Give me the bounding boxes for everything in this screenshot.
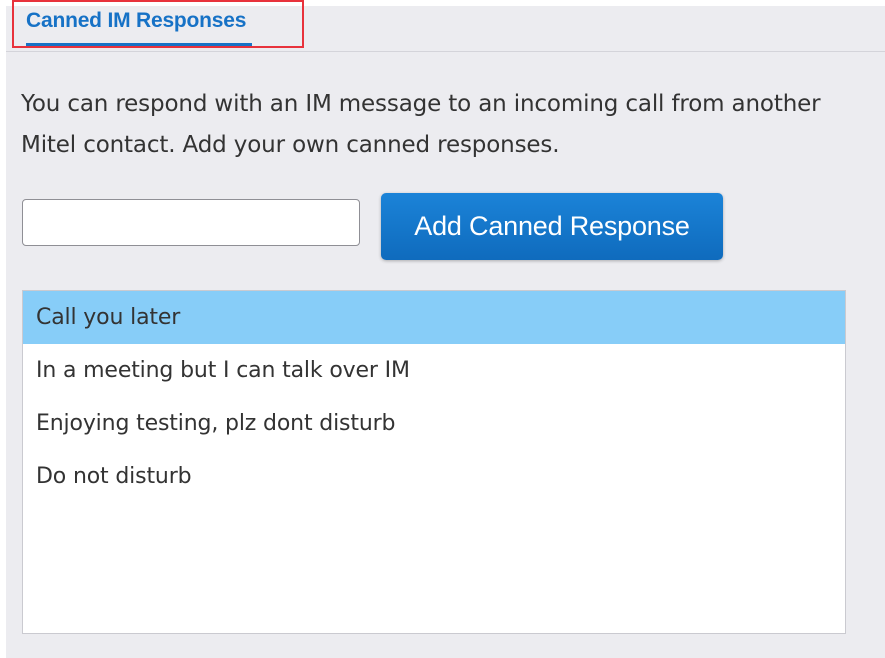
canned-response-list[interactable]: Call you later In a meeting but I can ta… [22,290,846,634]
list-item-response[interactable]: In a meeting but I can talk over IM [23,344,845,397]
description-text: You can respond with an IM message to an… [21,91,821,158]
new-response-input[interactable] [22,199,360,246]
list-item-response[interactable]: Do not disturb [23,450,845,503]
canned-responses-panel: Canned IM Responses You can respond with… [6,0,885,658]
tab-bar: Canned IM Responses [6,0,885,52]
list-item-response[interactable]: Call you later [23,291,845,344]
list-item-response[interactable]: Enjoying testing, plz dont disturb [23,397,845,450]
tab-canned-im-responses[interactable]: Canned IM Responses [26,6,253,46]
add-canned-response-button[interactable]: Add Canned Response [381,193,723,260]
